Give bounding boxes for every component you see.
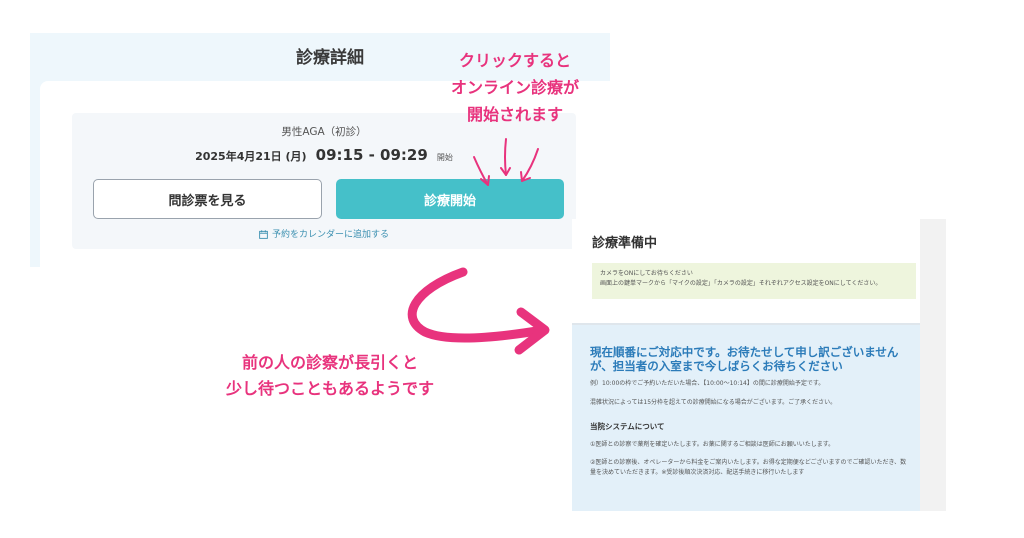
scrollbar-track[interactable]	[920, 219, 946, 511]
system-item: ①医師との診察で薬剤を確定いたします。お薬に関するご相談は医師にお願いいたします…	[590, 441, 835, 448]
waiting-heading: 現在順番にご対応中です。お待たせして申し訳ございませんが、担当者の入室まで今しば…	[590, 345, 899, 373]
view-questionnaire-button[interactable]: 問診票を見る	[93, 179, 322, 219]
waiting-room-panel: 診療準備中 カメラをONにしてお待ちください 画面上の鍵単マークから「マイクの設…	[572, 219, 946, 511]
example-text: 例）10:00の枠でご予約いただいた場合、【10:00〜10:14】の間に診療開…	[590, 380, 825, 387]
delay-text: 混雑状況によっては15分枠を超えての診療開始になる場合がございます。ご了承くださ…	[590, 399, 837, 406]
notice-line: カメラをONにしてお待ちください	[600, 270, 693, 277]
annotation-line: クリックすると	[458, 51, 571, 70]
add-to-calendar-link[interactable]: 予約をカレンダーに追加する	[72, 227, 576, 240]
appointment-time: 09:15 - 09:29	[315, 146, 428, 164]
page-title: 診療詳細	[296, 48, 364, 68]
camera-notice: カメラをONにしてお待ちください 画面上の鍵単マークから「マイクの設定」「カメラ…	[592, 263, 916, 299]
notice-line: 画面上の鍵単マークから「マイクの設定」「カメラの設定」それぞれアクセス設定をON…	[600, 280, 882, 287]
annotation-line: 開始されます	[466, 105, 563, 124]
annotation-line: オンライン診療が	[450, 78, 579, 97]
add-to-calendar-label: 予約をカレンダーに追加する	[271, 230, 389, 240]
annotation-click-to-start: クリックすると オンライン診療が 開始されます	[425, 47, 605, 128]
pointer-arrows-icon	[473, 138, 539, 186]
waiting-title: 診療準備中	[592, 236, 658, 251]
annotation-wait-note: 前の人の診察が長引くと 少し待つこともあるようです	[150, 350, 510, 402]
system-heading: 当院システムについて	[590, 422, 665, 431]
annotation-line: 少し待つこともあるようです	[225, 379, 434, 398]
annotation-line: 前の人の診察が長引くと	[241, 353, 418, 372]
appointment-date: 2025年4月21日 (月)	[195, 150, 307, 163]
calendar-icon	[259, 230, 268, 239]
start-suffix: 開始	[436, 153, 453, 162]
system-item: ②医師との診察後、オペレーターから料金をご案内いたします。お得な定期便などござい…	[590, 459, 907, 476]
waiting-info-section: 現在順番にご対応中です。お待たせして申し訳ございませんが、担当者の入室まで今しば…	[572, 325, 920, 511]
